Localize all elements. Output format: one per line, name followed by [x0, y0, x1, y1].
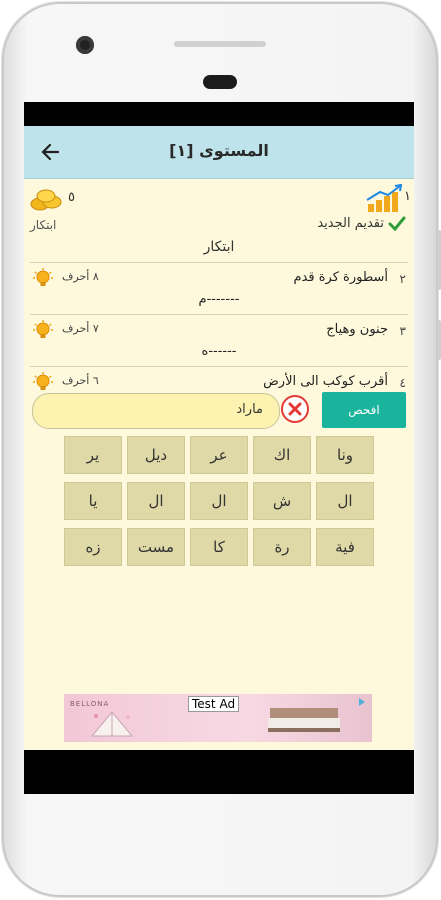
puzzle-row[interactable]: ٤ أقرب كوكب الى الأرض ٦ أحرف — [24, 368, 414, 390]
letter-tile[interactable]: ونا — [316, 436, 374, 474]
check-icon — [388, 216, 406, 232]
ad-brand: BELLONA — [70, 700, 110, 708]
answer-input-value: ماراد — [236, 402, 263, 417]
letter-tile[interactable]: ال — [190, 482, 248, 520]
app-bar: المستوى [١] — [24, 126, 414, 179]
row-number: ٣ — [399, 324, 406, 338]
letter-tile[interactable]: رة — [253, 528, 311, 566]
page-title: المستوى [١] — [169, 141, 269, 160]
letter-tile[interactable]: يا — [64, 482, 122, 520]
row-number: ٤ — [399, 376, 406, 390]
puzzle-row[interactable]: ٢ أسطورة كرة قدم ٨ أحرف م------- — [24, 264, 414, 314]
ad-tent-image — [90, 711, 134, 737]
power-button — [437, 320, 441, 360]
level-chart-icon — [366, 184, 403, 212]
level-number: ١ — [404, 189, 411, 204]
hint-bulb-icon[interactable] — [32, 371, 54, 390]
volume-button — [437, 230, 441, 290]
row-pattern: م------- — [198, 292, 240, 307]
letter-tile[interactable]: ديل — [127, 436, 185, 474]
letter-tile[interactable]: كا — [190, 528, 248, 566]
divider — [30, 366, 408, 367]
divider — [30, 262, 408, 263]
divider — [30, 314, 408, 315]
row-number: ٢ — [399, 272, 406, 286]
earpiece-speaker — [174, 41, 266, 47]
hint-bulb-icon[interactable] — [32, 267, 54, 289]
letter-tile[interactable]: زه — [64, 528, 122, 566]
row-letter-count: ٨ أحرف — [62, 270, 99, 283]
letter-tile[interactable]: ير — [64, 436, 122, 474]
letter-tile[interactable]: عر — [190, 436, 248, 474]
solved-answer: ابتكار — [203, 239, 235, 255]
row-clue: أسطورة كرة قدم — [293, 270, 389, 285]
puzzle-row[interactable]: ٣ جنون وهياج ٧ أحرف ه------ — [24, 316, 414, 366]
row-letter-count: ٦ أحرف — [62, 374, 99, 387]
row-pattern: ه------ — [201, 344, 237, 359]
mode-label: ابتكار — [30, 218, 57, 232]
coins-count: ٥ — [68, 190, 75, 205]
status-bar — [24, 102, 414, 126]
nav-bar — [24, 750, 414, 794]
answer-input[interactable]: ماراد — [32, 393, 280, 429]
letter-tile[interactable]: اك — [253, 436, 311, 474]
hint-bulb-icon[interactable] — [32, 319, 54, 341]
ad-banner[interactable]: BELLONA Test Ad — [64, 694, 372, 742]
ad-info-icon[interactable] — [356, 696, 368, 708]
ad-bed-image — [268, 708, 340, 732]
front-camera — [76, 36, 94, 54]
submitted-label: تقديم الجديد — [317, 216, 384, 231]
letter-tile[interactable]: فية — [316, 528, 374, 566]
app-screen: المستوى [١] ١ ٥ ابتكار تقديم الجديد ابتك… — [24, 126, 414, 750]
clear-icon[interactable] — [280, 394, 310, 424]
ad-label: Test Ad — [188, 696, 240, 712]
letter-tile[interactable]: مست — [127, 528, 185, 566]
coins-icon — [30, 189, 62, 211]
row-letter-count: ٧ أحرف — [62, 322, 99, 335]
row-clue: جنون وهياج — [326, 322, 388, 337]
proximity-sensor — [203, 75, 237, 89]
letter-tile[interactable]: ال — [127, 482, 185, 520]
letter-tile[interactable]: ش — [253, 482, 311, 520]
letter-tile[interactable]: ال — [316, 482, 374, 520]
row-clue: أقرب كوكب الى الأرض — [263, 374, 388, 389]
check-button[interactable]: افحص — [322, 392, 406, 428]
